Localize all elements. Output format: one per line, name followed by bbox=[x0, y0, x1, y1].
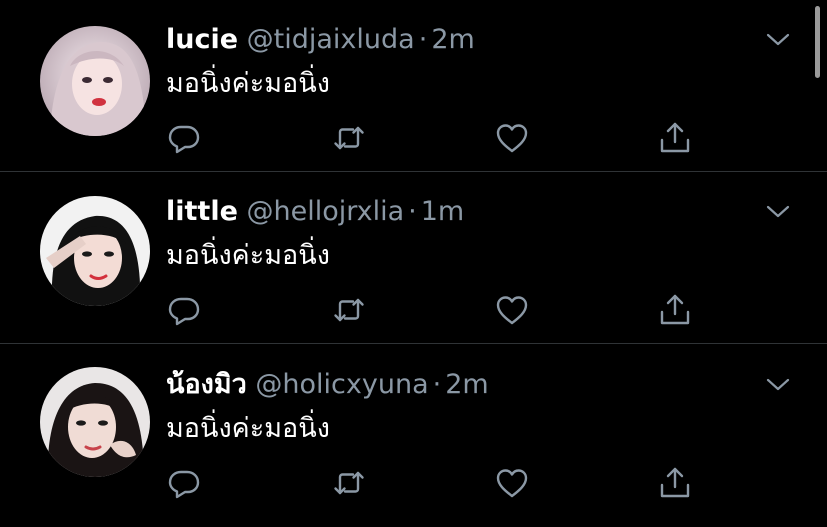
tweet[interactable]: little @hellojrxlia · 1m มอนิ่งค่ะมอนิ่ง bbox=[0, 172, 827, 344]
avatar-image bbox=[40, 26, 150, 136]
share-icon[interactable] bbox=[657, 292, 693, 328]
user-handle[interactable]: @holicxyuna bbox=[255, 369, 428, 400]
timestamp[interactable]: 2m bbox=[431, 24, 474, 55]
share-icon[interactable] bbox=[657, 120, 693, 156]
tweet[interactable]: lucie @tidjaixluda · 2m มอนิ่งค่ะมอนิ่ง bbox=[0, 0, 827, 172]
like-icon[interactable] bbox=[494, 465, 530, 501]
timeline: lucie @tidjaixluda·2m มอนิ่งค่ะมอนิ่ง bbox=[0, 0, 827, 527]
avatar-image bbox=[40, 196, 150, 306]
avatar[interactable] bbox=[40, 367, 150, 477]
tweet-header: lucie @tidjaixluda · 2m bbox=[166, 22, 475, 58]
avatar[interactable] bbox=[40, 26, 150, 136]
tweet-actions bbox=[166, 465, 706, 501]
like-icon[interactable] bbox=[494, 292, 530, 328]
tweet-text: มอนิ่งค่ะมอนิ่ง bbox=[166, 413, 330, 444]
chevron-down-icon[interactable] bbox=[764, 202, 792, 222]
like-icon[interactable] bbox=[494, 120, 530, 156]
reply-icon[interactable] bbox=[166, 465, 202, 501]
share-icon[interactable] bbox=[657, 465, 693, 501]
reply-icon[interactable] bbox=[166, 292, 202, 328]
chevron-down-icon[interactable] bbox=[764, 30, 792, 50]
user-handle[interactable]: @tidjaixluda bbox=[247, 24, 415, 55]
avatar-image bbox=[40, 367, 150, 477]
tweet-header: น้องมิว @holicxyuna · 2m bbox=[166, 367, 489, 403]
display-name[interactable]: น้องมิว bbox=[166, 369, 247, 400]
retweet-icon[interactable] bbox=[331, 465, 367, 501]
tweet[interactable]: น้องมิว @holicxyuna · 2m มอนิ่งค่ะมอนิ่ง bbox=[0, 345, 827, 527]
display-name[interactable]: lucie bbox=[166, 24, 238, 55]
reply-icon[interactable] bbox=[166, 120, 202, 156]
separator-dot: · bbox=[408, 196, 417, 227]
retweet-icon[interactable] bbox=[331, 292, 367, 328]
user-handle[interactable]: @hellojrxlia bbox=[246, 196, 404, 227]
tweet-actions bbox=[166, 120, 706, 156]
retweet-icon[interactable] bbox=[331, 120, 367, 156]
scrollbar[interactable] bbox=[815, 6, 820, 78]
separator-dot: · bbox=[418, 24, 428, 55]
tweet-text: มอนิ่งค่ะมอนิ่ง bbox=[166, 240, 330, 271]
avatar[interactable] bbox=[40, 196, 150, 306]
separator-dot: · bbox=[432, 369, 442, 400]
tweet-actions bbox=[166, 292, 706, 328]
display-name[interactable]: little bbox=[166, 196, 238, 227]
tweet-header: little @hellojrxlia · 1m bbox=[166, 194, 464, 230]
timestamp[interactable]: 1m bbox=[421, 196, 464, 227]
tweet-text: มอนิ่งค่ะมอนิ่ง bbox=[166, 68, 330, 99]
chevron-down-icon[interactable] bbox=[764, 375, 792, 395]
timestamp[interactable]: 2m bbox=[445, 369, 488, 400]
